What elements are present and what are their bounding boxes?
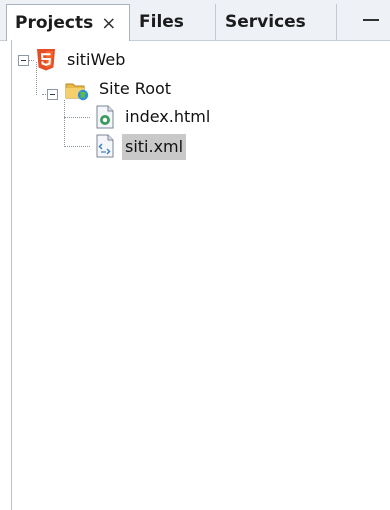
tab-services-label: Services [225, 12, 306, 32]
tree-connector [64, 100, 65, 147]
tree-connector [64, 117, 90, 118]
tab-projects[interactable]: Projects × [6, 4, 130, 41]
tab-files-label: Files [139, 12, 184, 32]
tree-connector [64, 146, 90, 147]
tab-projects-label: Projects [15, 13, 94, 33]
tree-item-site-root[interactable]: Site Root [96, 76, 174, 102]
tree-item-project[interactable]: sitiWeb [64, 47, 128, 73]
xml-file-icon [96, 134, 114, 158]
collapse-toggle-icon[interactable] [18, 55, 29, 66]
html-file-icon [96, 105, 114, 129]
project-tree: sitiWeb Site Root index.html siti.xml [0, 40, 390, 510]
html5-project-icon [37, 49, 55, 71]
tab-services[interactable]: Services [217, 4, 337, 40]
tab-bar: Projects × Files Services [0, 0, 390, 41]
tree-item-file[interactable]: index.html [122, 104, 213, 130]
minimize-icon[interactable] [360, 8, 382, 32]
web-folder-icon [65, 83, 89, 101]
tree-item-file-selected[interactable]: siti.xml [122, 134, 187, 160]
collapse-toggle-icon[interactable] [47, 89, 58, 100]
tree-connector [29, 60, 34, 61]
tab-files[interactable]: Files [131, 4, 216, 40]
close-icon[interactable]: × [101, 13, 116, 34]
